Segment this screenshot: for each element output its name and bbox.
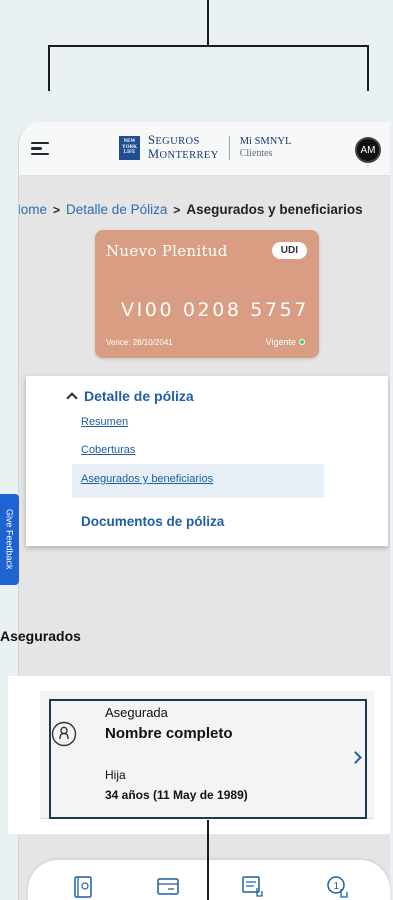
give-feedback-tab[interactable]: Give Feedback — [0, 494, 19, 585]
breadcrumb-home[interactable]: Home — [19, 202, 47, 217]
callout-bottom-stem — [207, 820, 209, 900]
card-payment-icon[interactable] — [155, 874, 181, 900]
callout-right-drop — [367, 45, 369, 91]
callout-top-bar — [48, 45, 369, 47]
callout-left-drop — [48, 45, 50, 91]
menu-item-resumen[interactable]: Resumen — [81, 416, 128, 428]
breadcrumb-current: Asegurados y beneficiarios — [186, 202, 363, 217]
brand-line1: EGUROS — [155, 136, 200, 147]
document-touch-icon[interactable] — [240, 874, 266, 900]
new-york-life-logo: NEW YORK LIFE — [119, 136, 140, 160]
svg-text:1: 1 — [334, 881, 340, 892]
callout-top-stem — [207, 0, 209, 46]
currency-badge: UDI — [271, 242, 307, 259]
number-one-touch-icon[interactable]: 1 — [325, 874, 351, 900]
brand-separator — [228, 136, 230, 160]
avatar[interactable]: AM — [355, 137, 381, 163]
policy-number: VI00 0208 5757 — [121, 299, 309, 321]
menu-item-documentos[interactable]: Documentos de póliza — [81, 514, 224, 529]
plan-name: Nuevo Plenitud — [106, 242, 228, 260]
status-dot-icon — [299, 339, 305, 345]
hamburger-menu-icon[interactable] — [31, 141, 49, 156]
breadcrumb-policy-detail[interactable]: Detalle de Póliza — [66, 202, 167, 217]
brand-logo: NEW YORK LIFE SEGUROS MONTERREY Mi SMNYL C… — [119, 134, 291, 162]
status-badge: Vigente — [266, 337, 305, 347]
app-name: Mi SMNYL Clientes — [239, 136, 292, 159]
menu-item-coberturas[interactable]: Coberturas — [81, 444, 135, 456]
expiration-date: Vence: 28/10/2041 — [106, 338, 173, 347]
breadcrumb: Home > Detalle de Póliza > Asegurados y … — [19, 202, 363, 217]
annotation-highlight-box — [49, 699, 367, 819]
policy-detail-menu: Detalle de póliza Resumen Coberturas Ase… — [26, 376, 388, 546]
chevron-up-icon — [66, 392, 78, 404]
detail-section-toggle[interactable]: Detalle de póliza — [66, 388, 194, 404]
policy-card[interactable]: Nuevo Plenitud UDI VI00 0208 5757 Vence:… — [95, 230, 319, 358]
breadcrumb-separator: > — [53, 202, 61, 217]
menu-item-asegurados[interactable]: Asegurados y beneficiarios — [81, 473, 213, 485]
app-header: NEW YORK LIFE SEGUROS MONTERREY Mi SMNYL C… — [19, 122, 390, 176]
bottom-navigation: 1 — [28, 860, 390, 900]
section-heading-asegurados: Asegurados — [0, 628, 81, 644]
policy-book-icon[interactable] — [70, 874, 96, 900]
breadcrumb-separator: > — [173, 202, 181, 217]
brand-name: SEGUROS MONTERREY — [148, 133, 219, 161]
